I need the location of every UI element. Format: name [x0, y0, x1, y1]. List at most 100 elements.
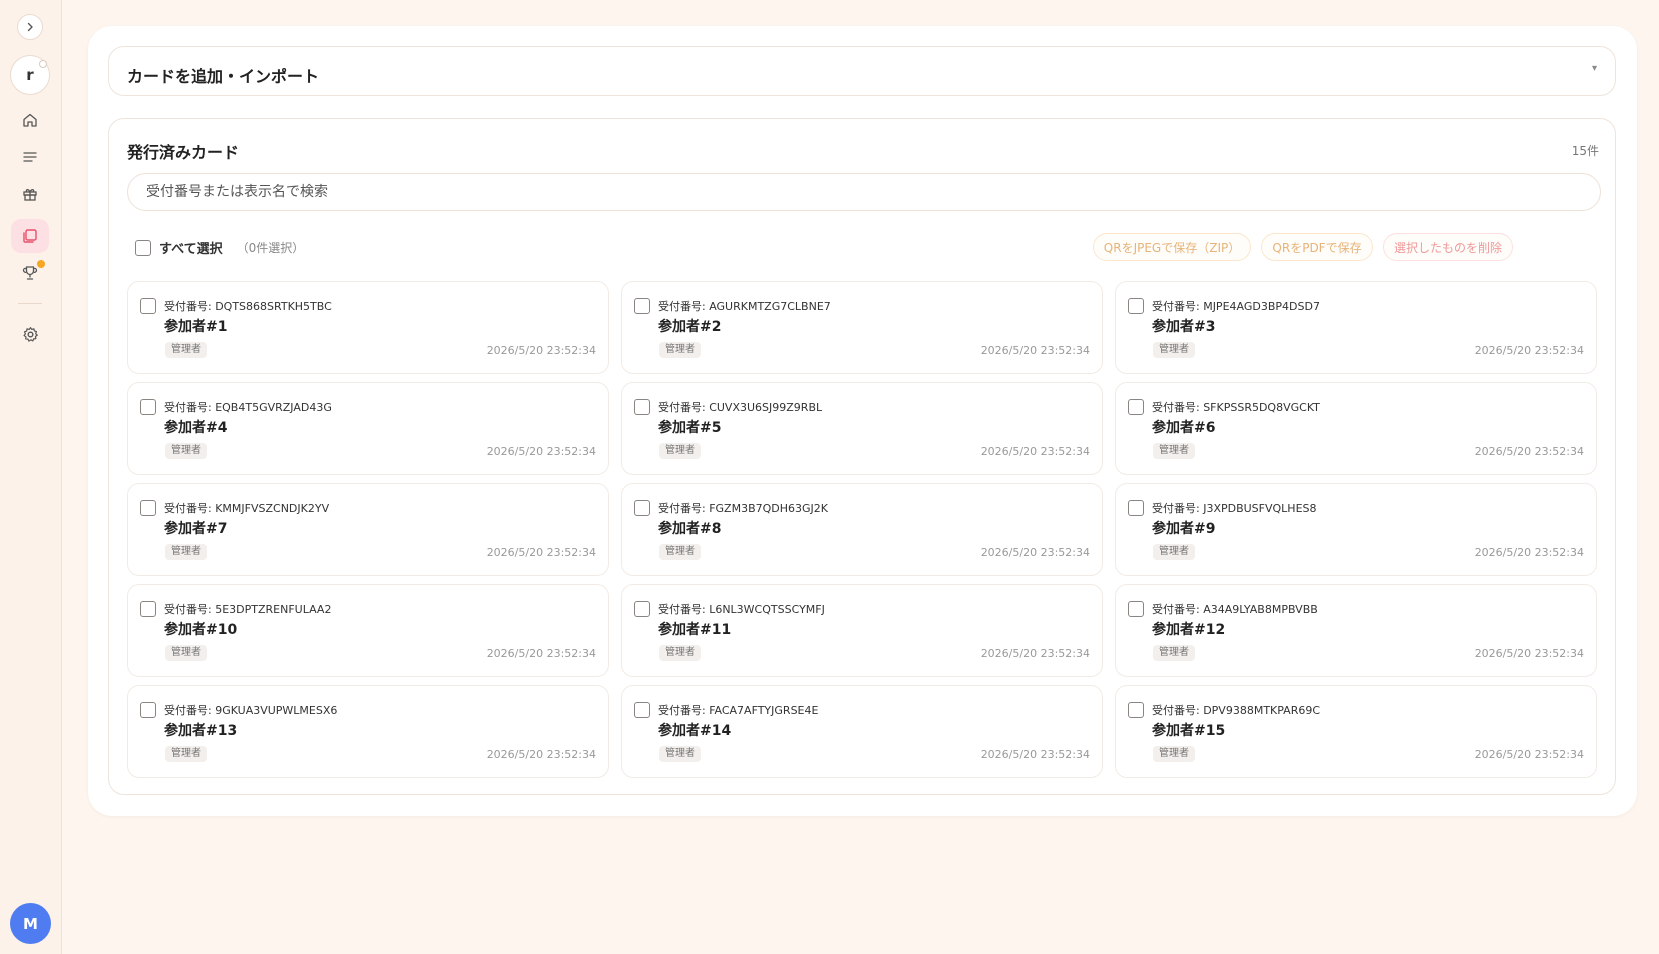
issued-cards-title: 発行済みカード: [127, 143, 240, 162]
card-role-badge: 管理者: [165, 544, 207, 560]
card-display-name: 参加者#3: [1152, 319, 1216, 335]
sidebar-item-home[interactable]: [11, 103, 49, 137]
card-role-badge: 管理者: [165, 645, 207, 661]
sidebar: r M: [0, 0, 62, 954]
card-timestamp: 2026/5/20 23:52:34: [1474, 748, 1584, 761]
card-checkbox[interactable]: [1128, 298, 1144, 314]
card-timestamp: 2026/5/20 23:52:34: [486, 546, 596, 559]
card-checkbox[interactable]: [634, 298, 650, 314]
card-item[interactable]: 受付番号: AGURKMTZG7CLBNE7 参加者#2 管理者 2026/5/20 …: [621, 281, 1103, 374]
card-display-name: 参加者#15: [1152, 723, 1226, 739]
save-qr-pdf-button[interactable]: QRをPDFで保存: [1261, 233, 1373, 261]
card-display-name: 参加者#9: [1152, 521, 1216, 537]
card-item[interactable]: 受付番号: FGZM3B7QDH63GJ2K 参加者#8 管理者 2026/5/20 …: [621, 483, 1103, 576]
card-timestamp: 2026/5/20 23:52:34: [486, 647, 596, 660]
card-checkbox[interactable]: [1128, 500, 1144, 516]
card-timestamp: 2026/5/20 23:52:34: [980, 546, 1090, 559]
search-input[interactable]: [127, 173, 1601, 211]
card-receipt-number: 受付番号: DQTS868SRTKH5TBC: [164, 300, 332, 313]
add-import-accordion[interactable]: カードを追加・インポート ▾: [108, 46, 1616, 96]
cards-icon: [23, 229, 37, 243]
card-receipt-number: 受付番号: FGZM3B7QDH63GJ2K: [658, 502, 829, 515]
sidebar-item-settings[interactable]: [11, 317, 49, 351]
card-item[interactable]: 受付番号: MJPE4AGD3BP4DSD7 参加者#3 管理者 2026/5/20 …: [1115, 281, 1597, 374]
main-panel: カードを追加・インポート ▾ 発行済みカード 15件 すべて選択 （0件選択） …: [88, 26, 1637, 816]
card-timestamp: 2026/5/20 23:52:34: [1474, 445, 1584, 458]
card-checkbox[interactable]: [634, 500, 650, 516]
card-item[interactable]: 受付番号: 5E3DPTZRENFULAA2 参加者#10 管理者 2026/5/20…: [127, 584, 609, 677]
card-timestamp: 2026/5/20 23:52:34: [980, 647, 1090, 660]
sidebar-item-cards[interactable]: [11, 219, 49, 253]
card-checkbox[interactable]: [634, 601, 650, 617]
sidebar-expand-button[interactable]: [17, 14, 43, 40]
card-display-name: 参加者#14: [658, 723, 732, 739]
notification-badge: [37, 260, 45, 268]
card-timestamp: 2026/5/20 23:52:34: [980, 445, 1090, 458]
status-dot: [39, 60, 47, 68]
sidebar-item-list[interactable]: [11, 140, 49, 174]
card-checkbox[interactable]: [140, 399, 156, 415]
card-role-badge: 管理者: [659, 544, 701, 560]
card-display-name: 参加者#11: [658, 622, 732, 638]
card-item[interactable]: 受付番号: SFKPSSR5DQ8VGCKT 参加者#6 管理者 2026/5/20 …: [1115, 382, 1597, 475]
user-avatar[interactable]: M: [10, 903, 51, 944]
card-item[interactable]: 受付番号: KMMJFVSZCNDJK2YV 参加者#7 管理者 2026/5/20 …: [127, 483, 609, 576]
card-checkbox[interactable]: [1128, 399, 1144, 415]
card-timestamp: 2026/5/20 23:52:34: [486, 445, 596, 458]
select-all-checkbox[interactable]: [135, 239, 151, 256]
sidebar-item-gift[interactable]: [11, 177, 49, 211]
card-item[interactable]: 受付番号: FACA7AFTYJGRSE4E 参加者#14 管理者 2026/5/20…: [621, 685, 1103, 778]
card-item[interactable]: 受付番号: A34A9LYAB8MPBVBB 参加者#12 管理者 2026/5/20…: [1115, 584, 1597, 677]
card-item[interactable]: 受付番号: CUVX3U6SJ99Z9RBL 参加者#5 管理者 2026/5/20 …: [621, 382, 1103, 475]
card-receipt-number: 受付番号: 5E3DPTZRENFULAA2: [164, 603, 332, 616]
sidebar-item-trophy[interactable]: [11, 256, 49, 290]
card-role-badge: 管理者: [1153, 342, 1195, 358]
card-item[interactable]: 受付番号: 9GKUA3VUPWLMESX6 参加者#13 管理者 2026/5/20…: [127, 685, 609, 778]
save-qr-jpeg-button[interactable]: QRをJPEGで保存（ZIP）: [1093, 233, 1251, 261]
select-all-control[interactable]: すべて選択 （0件選択）: [135, 238, 304, 257]
card-receipt-number: 受付番号: AGURKMTZG7CLBNE7: [658, 300, 831, 313]
issued-cards-section: 発行済みカード 15件 すべて選択 （0件選択） QRをJPEGで保存（ZIP）…: [108, 118, 1616, 795]
card-checkbox[interactable]: [634, 702, 650, 718]
card-item[interactable]: 受付番号: L6NL3WCQTSSCYMFJ 参加者#11 管理者 2026/5/20…: [621, 584, 1103, 677]
card-receipt-number: 受付番号: L6NL3WCQTSSCYMFJ: [658, 603, 825, 616]
card-display-name: 参加者#10: [164, 622, 238, 638]
selected-count: （0件選択）: [236, 241, 305, 255]
card-checkbox[interactable]: [140, 702, 156, 718]
card-item[interactable]: 受付番号: DPV9388MTKPAR69C 参加者#15 管理者 2026/5/20…: [1115, 685, 1597, 778]
card-display-name: 参加者#5: [658, 420, 722, 436]
card-role-badge: 管理者: [1153, 645, 1195, 661]
card-receipt-number: 受付番号: A34A9LYAB8MPBVBB: [1152, 603, 1318, 616]
card-timestamp: 2026/5/20 23:52:34: [1474, 647, 1584, 660]
select-all-label: すべて選択: [159, 242, 223, 257]
card-role-badge: 管理者: [659, 746, 701, 762]
card-display-name: 参加者#8: [658, 521, 722, 537]
card-role-badge: 管理者: [1153, 544, 1195, 560]
workspace-switcher[interactable]: r: [10, 55, 50, 95]
card-timestamp: 2026/5/20 23:52:34: [980, 748, 1090, 761]
card-checkbox[interactable]: [140, 601, 156, 617]
card-receipt-number: 受付番号: FACA7AFTYJGRSE4E: [658, 704, 819, 717]
card-item[interactable]: 受付番号: EQB4T5GVRZJAD43G 参加者#4 管理者 2026/5/20 …: [127, 382, 609, 475]
delete-selected-button[interactable]: 選択したものを削除: [1383, 233, 1513, 261]
card-display-name: 参加者#12: [1152, 622, 1226, 638]
add-import-title: カードを追加・インポート: [127, 67, 320, 86]
card-checkbox[interactable]: [140, 298, 156, 314]
card-checkbox[interactable]: [1128, 702, 1144, 718]
chevron-down-icon: ▾: [1591, 63, 1597, 74]
trophy-icon: [22, 266, 38, 280]
workspace-initial: r: [26, 66, 34, 84]
card-receipt-number: 受付番号: 9GKUA3VUPWLMESX6: [164, 704, 338, 717]
card-checkbox[interactable]: [634, 399, 650, 415]
card-display-name: 参加者#6: [1152, 420, 1216, 436]
card-timestamp: 2026/5/20 23:52:34: [1474, 344, 1584, 357]
card-display-name: 参加者#2: [658, 319, 722, 335]
card-grid: 受付番号: DQTS868SRTKH5TBC 参加者#1 管理者 2026/5/20 …: [127, 281, 1603, 778]
card-item[interactable]: 受付番号: J3XPDBUSFVQLHES8 参加者#9 管理者 2026/5/20 …: [1115, 483, 1597, 576]
card-checkbox[interactable]: [140, 500, 156, 516]
card-checkbox[interactable]: [1128, 601, 1144, 617]
card-receipt-number: 受付番号: J3XPDBUSFVQLHES8: [1152, 502, 1317, 515]
issued-cards-count: 15件: [1571, 144, 1599, 158]
card-item[interactable]: 受付番号: DQTS868SRTKH5TBC 参加者#1 管理者 2026/5/20 …: [127, 281, 609, 374]
card-timestamp: 2026/5/20 23:52:34: [1474, 546, 1584, 559]
